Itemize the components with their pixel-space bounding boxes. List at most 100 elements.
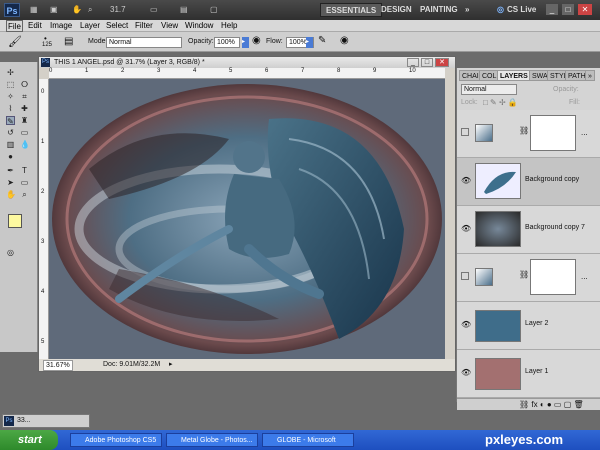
menu-select[interactable]: Select (106, 20, 128, 32)
task-word[interactable]: GLOBE - Microsoft Word (262, 433, 354, 447)
crop-tool-icon[interactable]: ⌗ (20, 92, 29, 101)
layer-row[interactable]: 👁 Background copy (457, 158, 600, 206)
opacity-slider-arrow[interactable]: ▸ (242, 37, 249, 48)
lasso-tool-icon[interactable]: ⵔ (20, 80, 29, 89)
eye-icon[interactable]: 👁 (461, 224, 471, 233)
menu-image[interactable]: Image (50, 20, 72, 32)
cs-live-button[interactable]: CS Live (502, 3, 541, 17)
layer-mask-thumb[interactable] (530, 115, 576, 151)
menu-filter[interactable]: Filter (135, 20, 153, 32)
tablet-pressure-opacity-icon[interactable]: ◉ (252, 35, 261, 46)
foreground-color-swatch[interactable] (8, 214, 22, 228)
doc-close-button[interactable]: ✕ (435, 58, 449, 67)
minimized-document[interactable]: Ps 33... (2, 414, 90, 428)
task-metal-globe[interactable]: Metal Globe - Photos... (166, 433, 258, 447)
blend-mode-select[interactable]: Normal (461, 84, 517, 95)
ruler-tick-label: 1 (85, 68, 89, 74)
document-title: THIS 1 ANGEL.psd @ 31.7% (Layer 3, RGB/8… (54, 59, 205, 66)
ruler-tick-label: 9 (373, 68, 377, 74)
menu-file[interactable]: File (6, 20, 23, 32)
visibility-toggle[interactable] (461, 128, 469, 136)
zoom-icon[interactable]: ⌕ (20, 190, 29, 199)
blur-tool-icon[interactable]: 💧 (20, 140, 30, 149)
move-tool-icon[interactable]: ✢ (6, 68, 15, 77)
ruler-tick-label: 3 (157, 68, 161, 74)
layers-footer-buttons[interactable]: ⛓ fx ◐ ● ▭ ▢ 🗑 (457, 398, 600, 410)
dodge-tool-icon[interactable]: ● (6, 152, 15, 161)
brush-tool-icon[interactable]: ✎ (6, 116, 15, 126)
brush-preset-icon[interactable]: 🖌 (8, 35, 22, 48)
screen-mode-icon[interactable]: ▢ (210, 4, 218, 16)
zoom-tool-icon[interactable]: ⌕ (88, 4, 92, 16)
lock-icons[interactable]: □ ✎ ✢ 🔒 (483, 98, 518, 107)
marquee-tool-icon[interactable]: ⬚ (6, 80, 15, 89)
eraser-icon[interactable]: ▭ (20, 128, 29, 137)
close-button[interactable]: ✕ (578, 4, 592, 15)
lock-label: Lock: (461, 99, 478, 106)
layer-mask-thumb[interactable] (530, 259, 576, 295)
layer-name: Layer 1 (525, 368, 549, 375)
layer-row[interactable]: ⛓ ... (457, 110, 600, 158)
layer-row[interactable]: 👁 Layer 2 (457, 302, 600, 350)
shape-tool-icon[interactable]: ▭ (20, 178, 29, 187)
quick-mask-icon[interactable]: ◎ (6, 248, 15, 257)
menu-edit[interactable]: Edit (28, 20, 42, 32)
bridge-icon[interactable]: ▦ (30, 4, 38, 16)
layer-thumbnail (475, 310, 521, 342)
pen-tool-icon[interactable]: ✒ (6, 166, 15, 175)
path-select-icon[interactable]: ➤ (6, 178, 15, 187)
zoom-percentage[interactable]: 31.67% (43, 360, 73, 371)
layer-name: Background copy (525, 176, 580, 183)
healing-brush-icon[interactable]: ✚ (20, 104, 29, 113)
tab-more[interactable]: » (585, 70, 595, 81)
brush-panel-icon[interactable]: ▤ (64, 36, 73, 47)
doc-maximize-button[interactable]: □ (421, 58, 433, 67)
minibridge-icon[interactable]: ▣ (50, 4, 58, 16)
task-photoshop[interactable]: Adobe Photoshop CS5 (70, 433, 162, 447)
airbrush-icon[interactable]: ✎ (318, 35, 326, 46)
layer-row[interactable]: ⛓ ... (457, 254, 600, 302)
tab-layers[interactable]: LAYERS (497, 70, 531, 81)
view-extras-icon[interactable]: ▭ (150, 4, 158, 16)
flow-slider-arrow[interactable]: ▸ (306, 37, 313, 48)
layer-row[interactable]: 👁 Background copy 7 (457, 206, 600, 254)
mode-select[interactable]: Normal (106, 37, 182, 48)
opacity-input[interactable]: 100% (214, 37, 240, 48)
link-icon: ⛓ (519, 270, 530, 279)
document-canvas[interactable] (49, 79, 445, 359)
gradient-tool-icon[interactable]: ▥ (6, 140, 15, 149)
eye-icon[interactable]: 👁 (461, 320, 471, 329)
quick-select-icon[interactable]: ✧ (6, 92, 15, 101)
document-status-bar: 31.67% Doc: 9.01M/32.2M ▸ (39, 359, 455, 371)
menu-view[interactable]: View (161, 20, 178, 32)
eye-icon[interactable]: 👁 (461, 368, 471, 377)
workspace-essentials[interactable]: ESSENTIALS (320, 3, 383, 17)
history-brush-icon[interactable]: ↺ (6, 128, 15, 137)
ruler-tick-label: 6 (265, 68, 269, 74)
tablet-pressure-size-icon[interactable]: ◉ (340, 35, 349, 46)
minimize-button[interactable]: _ (546, 4, 558, 15)
visibility-toggle[interactable] (461, 272, 469, 280)
zoom-level[interactable]: 31.7 (110, 4, 126, 16)
workspace-design[interactable]: DESIGN (376, 3, 417, 17)
ps-document-icon: Ps (4, 416, 14, 426)
arrange-documents-icon[interactable]: ▤ (180, 4, 188, 16)
options-bar: 🖌 • 125 ▤ Mode: Normal Opacity: 100% ▸ ◉… (0, 32, 600, 52)
maximize-button[interactable]: □ (562, 4, 574, 15)
hand-tool-icon[interactable]: ✋ (72, 4, 82, 16)
doc-minimize-button[interactable]: _ (407, 58, 419, 67)
eyedropper-icon[interactable]: ⌇ (6, 104, 15, 113)
menu-layer[interactable]: Layer (80, 20, 100, 32)
eye-icon[interactable]: 👁 (461, 176, 471, 185)
ruler-tick-label: 3 (41, 239, 45, 245)
start-button[interactable]: start (0, 430, 58, 450)
hand-icon[interactable]: ✋ (6, 190, 16, 199)
clone-stamp-icon[interactable]: ♜ (20, 116, 29, 125)
menu-window[interactable]: Window (185, 20, 213, 32)
status-menu-arrow-icon[interactable]: ▸ (169, 359, 173, 371)
menu-help[interactable]: Help (221, 20, 237, 32)
type-tool-icon[interactable]: T (20, 166, 29, 175)
workspace-more[interactable]: » (460, 3, 474, 17)
layer-row[interactable]: 👁 Layer 1 (457, 350, 600, 398)
workspace-painting[interactable]: PAINTING (415, 3, 463, 17)
